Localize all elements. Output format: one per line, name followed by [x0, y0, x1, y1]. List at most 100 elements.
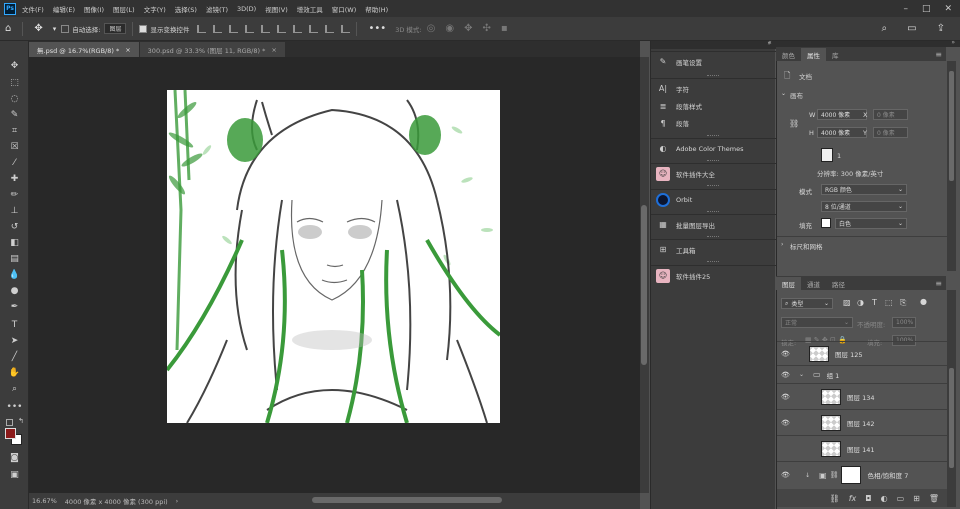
- menu-3d[interactable]: 3D(D): [237, 5, 256, 13]
- menu-edit[interactable]: 编辑(E): [53, 4, 75, 14]
- layer-name[interactable]: 色相/饱和度 7: [867, 470, 908, 480]
- eyedropper-icon[interactable]: ⁄: [7, 156, 22, 169]
- path-select-icon[interactable]: ➤: [7, 334, 22, 347]
- layer-name[interactable]: 图层 134: [847, 392, 874, 402]
- move-tool-icon[interactable]: ✥: [34, 23, 42, 34]
- visibility-eye-icon[interactable]: 👁: [781, 419, 795, 427]
- layers-scrollbar[interactable]: [947, 290, 956, 507]
- menu-image[interactable]: 图像(I): [84, 4, 104, 14]
- distribute-top-icon[interactable]: [341, 24, 351, 33]
- search-icon[interactable]: ⌕: [882, 23, 888, 34]
- filter-toggle-icon[interactable]: ●: [920, 297, 927, 306]
- visibility-eye-icon[interactable]: 👁: [781, 471, 795, 479]
- marquee-icon[interactable]: ⬚: [7, 76, 22, 89]
- menu-filter[interactable]: 滤镜(T): [206, 4, 228, 14]
- new-layer-icon[interactable]: ⊞: [913, 494, 920, 503]
- tab-document-2[interactable]: 300.psd @ 33.3% (图层 11, RGB/8) * ×: [139, 42, 285, 57]
- type-icon[interactable]: T: [7, 318, 22, 331]
- more-tools-icon[interactable]: •••: [7, 400, 23, 413]
- tab-color[interactable]: 颜色: [776, 48, 801, 61]
- maximize-icon[interactable]: □: [922, 4, 931, 14]
- tab-document-1[interactable]: 無.psd @ 16.7%(RGB/8) * ×: [29, 42, 139, 57]
- dock-item-paragraph[interactable]: ¶ 段落: [651, 113, 776, 133]
- layer-group-row[interactable]: 👁 ⌄ ▭ 组 1: [777, 365, 947, 383]
- close-tab-icon[interactable]: ×: [125, 46, 130, 54]
- collapse-right-icon[interactable]: »: [951, 39, 955, 46]
- properties-scrollbar[interactable]: [947, 61, 956, 271]
- filter-smart-icon[interactable]: ⎘: [900, 298, 906, 308]
- dock-item-plugins-25[interactable]: ☺ 软件插件25: [651, 265, 776, 285]
- screen-mode-icon[interactable]: ▣: [7, 468, 22, 481]
- trash-icon[interactable]: 🗑: [929, 494, 939, 503]
- 3d-pan-icon[interactable]: ✥: [464, 23, 472, 34]
- opacity-field[interactable]: 100%: [892, 317, 916, 328]
- home-icon[interactable]: ⌂: [5, 23, 11, 34]
- link-icon[interactable]: ⛓: [789, 119, 799, 128]
- add-mask-icon[interactable]: ◘: [865, 494, 871, 503]
- layer-name[interactable]: 图层 142: [847, 418, 874, 428]
- width-field[interactable]: 4000 像素: [817, 109, 867, 120]
- filter-type-icon[interactable]: T: [872, 298, 877, 307]
- chevron-right-icon[interactable]: ›: [781, 241, 783, 248]
- menu-select[interactable]: 选择(S): [175, 4, 197, 14]
- tab-properties[interactable]: 属性: [801, 48, 826, 61]
- brush-icon[interactable]: ✏: [7, 188, 22, 201]
- more-icon[interactable]: •••: [368, 23, 386, 34]
- pen-icon[interactable]: ✒: [7, 300, 22, 313]
- tab-layers[interactable]: 图层: [776, 277, 801, 290]
- dock-item-color-themes[interactable]: ◐ Adobe Color Themes: [651, 138, 776, 158]
- orientation-icon[interactable]: [821, 148, 833, 162]
- swap-colors-icon[interactable]: ↰: [18, 417, 24, 425]
- tab-paths[interactable]: 路径: [826, 277, 851, 290]
- layer-row[interactable]: 👁 图层 141: [777, 435, 947, 461]
- chain-icon[interactable]: ⛓: [830, 471, 839, 479]
- align-left-icon[interactable]: [197, 24, 207, 33]
- distribute-left-icon[interactable]: [293, 24, 303, 33]
- zoom-icon[interactable]: ⌕: [7, 382, 22, 395]
- visibility-eye-icon[interactable]: 👁: [781, 371, 795, 379]
- ps-logo-icon[interactable]: Ps: [4, 2, 16, 15]
- link-layers-icon[interactable]: ⛓: [830, 494, 840, 503]
- auto-select-checkbox[interactable]: [61, 24, 70, 33]
- gradient-icon[interactable]: ▤: [7, 252, 22, 265]
- dodge-icon[interactable]: ●: [7, 284, 22, 297]
- 3d-roll-icon[interactable]: ◉: [445, 23, 454, 34]
- line-icon[interactable]: ╱: [7, 350, 22, 363]
- chevron-down-icon[interactable]: ⌄: [781, 90, 786, 97]
- document-info[interactable]: 4000 像素 x 4000 像素 (300 ppi): [65, 496, 168, 506]
- height-field[interactable]: 4000 像素: [817, 127, 867, 138]
- group-name[interactable]: 组 1: [827, 370, 840, 380]
- align-center-icon[interactable]: [213, 24, 223, 33]
- 3d-slide-icon[interactable]: ✣: [482, 23, 490, 34]
- visibility-eye-icon[interactable]: 👁: [781, 393, 795, 401]
- dock-item-batch-export[interactable]: ▦ 批量图层导出: [651, 214, 776, 234]
- ruler-section-title[interactable]: 标尺和网格: [790, 241, 823, 251]
- menu-file[interactable]: 文件(F): [22, 4, 44, 14]
- crop-icon[interactable]: ⌗: [7, 124, 22, 137]
- layer-name[interactable]: 图层 141: [847, 444, 874, 454]
- dock-item-toolbox[interactable]: ⊞ 工具箱: [651, 239, 776, 259]
- chevron-down-icon[interactable]: ⌄: [799, 371, 813, 378]
- layer-row[interactable]: 👁 图层 142: [777, 409, 947, 435]
- tab-libraries[interactable]: 库: [826, 48, 845, 61]
- adjustment-layer-icon[interactable]: ◐: [881, 494, 888, 503]
- menu-layer[interactable]: 图层(L): [113, 4, 135, 14]
- frame-icon[interactable]: ☒: [7, 140, 22, 153]
- panel-menu-icon[interactable]: ≡: [935, 279, 942, 288]
- layer-mask-thumbnail[interactable]: [841, 466, 862, 484]
- visibility-eye-icon[interactable]: 👁: [781, 350, 795, 358]
- filter-shape-icon[interactable]: ⬚: [885, 298, 893, 307]
- fx-icon[interactable]: fx: [849, 494, 857, 503]
- fill-dropdown[interactable]: 白色 ⌄: [835, 218, 907, 229]
- filter-pixel-icon[interactable]: ▨: [843, 298, 851, 307]
- visibility-eye-hidden-icon[interactable]: 👁: [781, 445, 795, 453]
- history-brush-icon[interactable]: ↺: [7, 220, 22, 233]
- foreground-color-swatch[interactable]: [5, 428, 16, 439]
- workspace-icon[interactable]: ▭: [907, 23, 916, 34]
- close-icon[interactable]: ✕: [944, 4, 952, 14]
- blend-mode-dropdown[interactable]: 正常 ⌄: [781, 317, 853, 328]
- bits-dropdown[interactable]: 8 位/通道 ⌄: [821, 201, 907, 212]
- chevron-down-icon[interactable]: ▾: [53, 25, 57, 33]
- expand-icon[interactable]: «: [768, 39, 772, 46]
- filter-kind-dropdown[interactable]: ⌕ 类型 ⌄: [781, 298, 833, 309]
